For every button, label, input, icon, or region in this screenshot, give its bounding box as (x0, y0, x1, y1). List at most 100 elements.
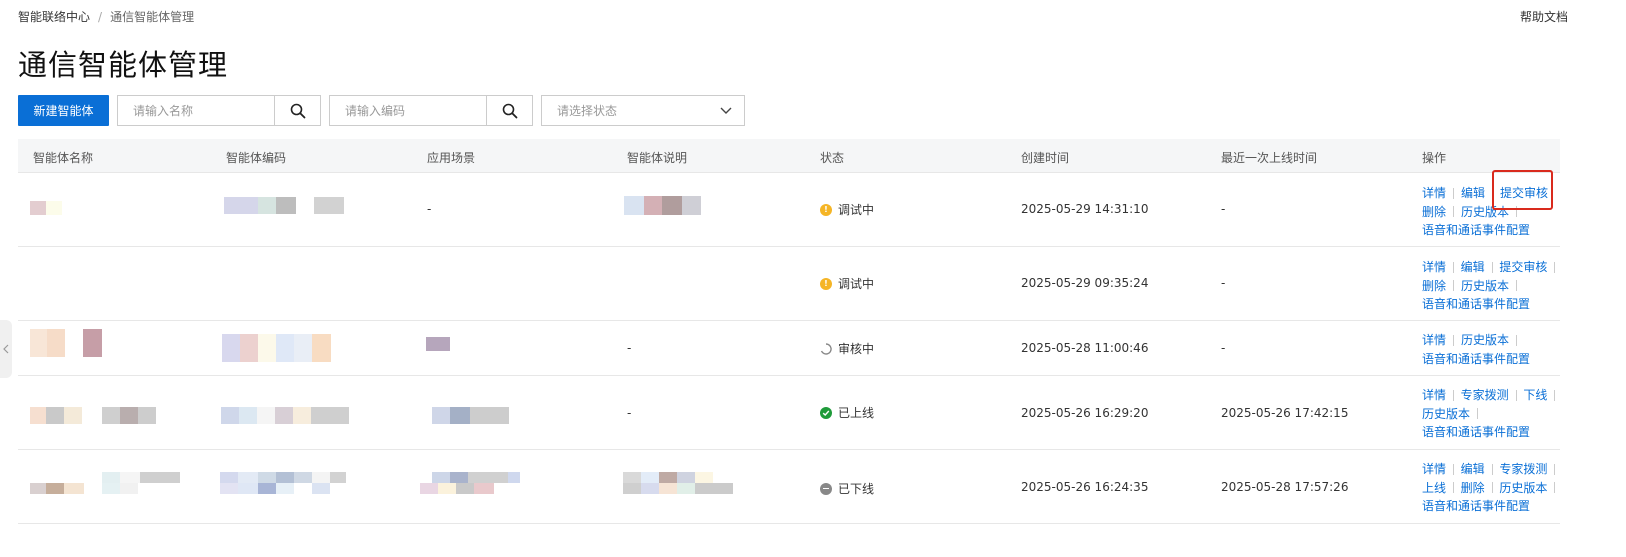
table-header: 智能体名称 智能体编码 应用场景 智能体说明 状态 创建时间 最近一次上线时间 … (18, 139, 1560, 173)
op-voice-config[interactable]: 语音和通话事件配置 (1422, 497, 1530, 516)
breadcrumb-current: 通信智能体管理 (110, 10, 195, 24)
op-detail[interactable]: 详情 (1422, 331, 1446, 350)
status-text: 审核中 (838, 342, 875, 356)
created-time: 2025-05-26 16:24:35 (1021, 480, 1149, 494)
op-history[interactable]: 历史版本 (1461, 277, 1509, 296)
warning-icon: ! (820, 277, 832, 290)
table-row: ! 调试中 2025-05-29 09:35:24 - 详情 编辑 提交审核 删除历… (18, 247, 1560, 321)
op-edit[interactable]: 编辑 (1461, 258, 1485, 277)
status-cell: ! 调试中 (820, 201, 874, 218)
op-voice-config[interactable]: 语音和通话事件配置 (1422, 295, 1530, 314)
last-online-time: 2025-05-28 17:57:26 (1221, 480, 1349, 494)
op-go-online[interactable]: 上线 (1422, 479, 1446, 498)
description-cell: - (627, 406, 632, 420)
help-docs-link[interactable]: 帮助文档 (1520, 8, 1568, 25)
code-search-input[interactable] (329, 95, 486, 126)
code-search-button[interactable] (486, 95, 533, 126)
search-icon (290, 103, 305, 118)
op-history[interactable]: 历史版本 (1422, 405, 1470, 424)
new-agent-button[interactable]: 新建智能体 (18, 95, 109, 126)
agent-table: 智能体名称 智能体编码 应用场景 智能体说明 状态 创建时间 最近一次上线时间 … (18, 139, 1560, 524)
col-created: 创建时间 (1021, 151, 1070, 165)
col-status: 状态 (820, 151, 845, 165)
col-scene: 应用场景 (427, 151, 476, 165)
op-delete[interactable]: 删除 (1422, 203, 1446, 222)
scene-redacted (432, 407, 509, 424)
col-agent-name: 智能体名称 (33, 151, 94, 165)
table-row: - ! 调试中 2025-05-29 14:31:10 - 详情 编辑 提交审核 删… (18, 173, 1560, 247)
op-take-offline[interactable]: 下线 (1523, 386, 1547, 405)
op-detail[interactable]: 详情 (1422, 386, 1446, 405)
name-search-button[interactable] (274, 95, 321, 126)
breadcrumb-root[interactable]: 智能联络中心 (18, 8, 90, 25)
op-detail[interactable]: 详情 (1422, 184, 1446, 203)
status-select[interactable]: 请选择状态 (541, 95, 745, 126)
op-expert-dial-test[interactable]: 专家拨测 (1461, 386, 1509, 405)
chevron-left-icon (3, 344, 9, 354)
op-detail[interactable]: 详情 (1422, 460, 1446, 479)
op-delete[interactable]: 删除 (1422, 277, 1446, 296)
description-cell: - (627, 341, 632, 355)
op-edit[interactable]: 编辑 (1461, 184, 1485, 203)
col-agent-code: 智能体编码 (226, 151, 287, 165)
actions-cell: 详情 历史版本 语音和通话事件配置 (1422, 331, 1562, 368)
op-submit-review[interactable]: 提交审核 (1499, 258, 1547, 277)
status-cell: 已下线 (820, 480, 874, 497)
status-text: 调试中 (838, 277, 875, 291)
search-icon (502, 103, 517, 118)
check-icon (820, 406, 832, 419)
agent-name-redacted (30, 201, 62, 215)
submit-review-highlight (1492, 170, 1553, 210)
last-online-time: 2025-05-26 17:42:15 (1221, 406, 1349, 420)
op-delete[interactable]: 删除 (1461, 479, 1485, 498)
breadcrumb: 智能联络中心 / 通信智能体管理 (18, 8, 194, 25)
actions-cell: 详情 编辑 专家拨测 上线 删除 历史版本 语音和通话事件配置 (1422, 460, 1562, 516)
op-expert-dial-test[interactable]: 专家拨测 (1499, 460, 1547, 479)
col-description: 智能体说明 (627, 151, 688, 165)
status-text: 已上线 (838, 406, 875, 420)
name-search-group (117, 95, 321, 126)
agent-name-redacted (30, 407, 156, 424)
table-row: - 已上线 2025-05-26 16:29:20 2025-05-26 17:… (18, 376, 1560, 450)
op-detail[interactable]: 详情 (1422, 258, 1446, 277)
agent-name-redacted (30, 472, 182, 494)
created-time: 2025-05-29 14:31:10 (1021, 202, 1149, 216)
minus-icon (820, 482, 832, 495)
created-time: 2025-05-26 16:29:20 (1021, 406, 1149, 420)
loading-icon (820, 342, 832, 355)
agent-code-redacted (224, 197, 344, 214)
op-voice-config[interactable]: 语音和通话事件配置 (1422, 423, 1530, 442)
status-cell: 已上线 (820, 404, 874, 421)
table-row: 已下线 2025-05-26 16:24:35 2025-05-28 17:57… (18, 450, 1560, 524)
op-history[interactable]: 历史版本 (1461, 331, 1509, 350)
status-cell: 审核中 (820, 340, 874, 357)
scene-cell: - (427, 202, 432, 216)
scene-redacted (426, 337, 450, 351)
last-online-time: - (1221, 202, 1226, 216)
op-voice-config[interactable]: 语音和通话事件配置 (1422, 221, 1530, 240)
agent-code-redacted (222, 334, 337, 362)
actions-cell: 详情 专家拨测 下线 历史版本 语音和通话事件配置 (1422, 386, 1562, 442)
created-time: 2025-05-28 11:00:46 (1021, 341, 1149, 355)
scene-redacted (420, 472, 530, 494)
sidebar-expand-handle[interactable] (0, 320, 12, 378)
last-online-time: - (1221, 276, 1226, 290)
description-redacted (624, 196, 701, 215)
warning-icon: ! (820, 203, 832, 216)
status-text: 已下线 (838, 482, 875, 496)
name-search-input[interactable] (117, 95, 274, 126)
created-time: 2025-05-29 09:35:24 (1021, 276, 1149, 290)
table-row: - 审核中 2025-05-28 11:00:46 - 详情 历史版本 语音和通话… (18, 321, 1560, 376)
op-edit[interactable]: 编辑 (1461, 460, 1485, 479)
status-text: 调试中 (838, 203, 875, 217)
col-actions: 操作 (1422, 151, 1447, 165)
description-redacted (623, 472, 743, 494)
breadcrumb-separator: / (98, 9, 103, 24)
op-history[interactable]: 历史版本 (1499, 479, 1547, 498)
chevron-down-icon (720, 107, 732, 114)
agent-code-redacted (221, 407, 349, 424)
agent-name-redacted (30, 329, 105, 357)
actions-cell: 详情 编辑 提交审核 删除 历史版本 语音和通话事件配置 (1422, 258, 1562, 314)
toolbar: 新建智能体 请选择状态 (18, 95, 745, 126)
op-voice-config[interactable]: 语音和通话事件配置 (1422, 350, 1530, 369)
